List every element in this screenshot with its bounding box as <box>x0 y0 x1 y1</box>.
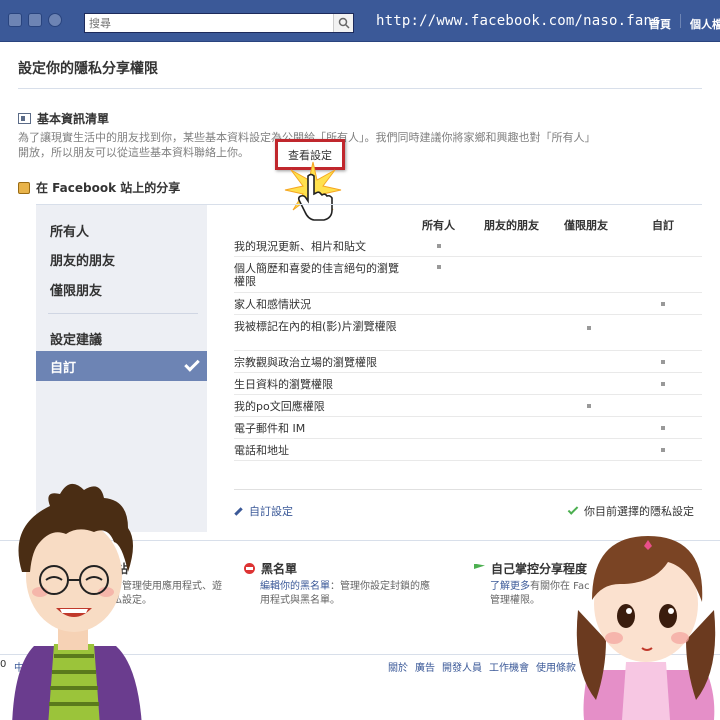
lock-icon <box>18 181 30 194</box>
blocklist-heading: 黑名單 <box>244 560 297 577</box>
pencil-icon <box>234 506 243 516</box>
sidebar-item-everyone[interactable]: 所有人 <box>50 221 89 240</box>
privacy-setting-marker <box>661 448 665 452</box>
sidebar-item-custom[interactable]: 自訂 <box>36 351 207 381</box>
privacy-row[interactable]: 我被標記在內的相(影)片瀏覽權限 <box>234 315 702 351</box>
panel-divider <box>234 489 702 490</box>
page-title: 設定你的隱私分享權限 <box>18 61 158 77</box>
search-input[interactable] <box>85 14 333 32</box>
cartoon-girl-illustration <box>576 536 716 720</box>
blocklist-title[interactable]: 黑名單 <box>261 560 297 577</box>
column-custom: 自訂 <box>652 219 674 232</box>
sidebar-divider <box>48 313 198 314</box>
friend-requests-icon[interactable] <box>8 13 22 27</box>
url-overlay: http://www.facebook.com/naso.fans <box>376 13 661 29</box>
notification-icons <box>8 13 62 27</box>
column-friends-of-friends: 朋友的朋友 <box>484 219 539 232</box>
privacy-setting-marker <box>661 426 665 430</box>
footer-link-about[interactable]: 關於 <box>388 659 408 674</box>
column-friends-only: 僅限朋友 <box>564 219 608 232</box>
footer-link-ads[interactable]: 廣告 <box>415 659 435 674</box>
privacy-row[interactable]: 宗教觀與政治立場的瀏覽權限 <box>234 351 702 373</box>
privacy-row-label: 個人簡歷和喜愛的佳言絕句的瀏覽權限 <box>234 262 399 288</box>
globe-icon[interactable] <box>48 13 62 27</box>
footer-link-developers[interactable]: 開發人員 <box>442 659 482 674</box>
sharing-title: 在 Facebook 站上的分享 <box>36 181 181 195</box>
search-button[interactable] <box>333 14 353 32</box>
privacy-row[interactable]: 家人和感情狀況 <box>234 293 702 315</box>
basic-info-title: 基本資訊清單 <box>37 112 110 126</box>
privacy-row-label: 我的po文回應權限 <box>234 400 325 413</box>
privacy-row[interactable]: 電話和地址 <box>234 439 702 461</box>
privacy-row[interactable]: 生日資料的瀏覽權限 <box>234 373 702 395</box>
sharing-heading: 在 Facebook 站上的分享 <box>18 179 180 196</box>
top-navigation-bar: http://www.facebook.com/naso.fans 首頁 個人檔… <box>0 0 720 42</box>
privacy-row[interactable]: 電子郵件和 IM <box>234 417 702 439</box>
footer-links: 關於 廣告 開發人員 工作機會 使用條款 <box>388 659 576 674</box>
blocklist-text-line2: 用程式與黑名單。 <box>260 595 340 606</box>
current-settings-label: 你目前選擇的隱私設定 <box>584 505 694 518</box>
privacy-setting-marker <box>661 360 665 364</box>
search-box <box>84 13 354 33</box>
sidebar-item-custom-label: 自訂 <box>50 360 77 376</box>
privacy-setting-marker <box>587 326 591 330</box>
privacy-row-label: 宗教觀與政治立場的瀏覽權限 <box>234 356 377 369</box>
checkmark-icon <box>567 504 579 515</box>
home-link[interactable]: 首頁 <box>649 16 671 32</box>
cartoon-boy-illustration <box>12 483 142 720</box>
privacy-setting-marker <box>437 265 441 269</box>
privacy-setting-marker <box>661 302 665 306</box>
edit-blocklist-link[interactable]: 編輯你的黑名單 <box>260 581 330 592</box>
privacy-row-label: 我的現況更新、相片和貼文 <box>234 240 366 253</box>
custom-settings-label: 自訂設定 <box>249 505 293 518</box>
nav-divider <box>680 14 681 28</box>
privacy-setting-marker <box>437 244 441 248</box>
learn-more-link[interactable]: 了解更多 <box>490 581 530 592</box>
basic-info-heading: 基本資訊清單 <box>18 110 109 127</box>
privacy-row[interactable]: 我的po文回應權限 <box>234 395 702 417</box>
blocklist-description: 編輯你的黑名單：管理你設定封鎖的應 用程式與黑名單。 <box>260 580 430 608</box>
privacy-row-label: 我被標記在內的相(影)片瀏覽權限 <box>234 320 397 333</box>
flag-icon <box>474 563 485 569</box>
privacy-row[interactable]: 個人簡歷和喜愛的佳言絕句的瀏覽權限 <box>234 257 702 293</box>
column-everyone: 所有人 <box>422 219 455 232</box>
profile-link[interactable]: 個人檔案 <box>690 16 720 32</box>
privacy-setting-marker <box>661 382 665 386</box>
messages-icon[interactable] <box>28 13 42 27</box>
privacy-row-label: 家人和感情狀況 <box>234 298 311 311</box>
privacy-row-label: 電子郵件和 IM <box>234 422 306 435</box>
title-divider <box>18 88 702 89</box>
privacy-row-label: 生日資料的瀏覽權限 <box>234 378 333 391</box>
sidebar-item-recommended[interactable]: 設定建議 <box>50 329 102 348</box>
current-settings-note: 你目前選擇的隱私設定 <box>567 503 694 519</box>
search-icon <box>338 17 350 29</box>
id-card-icon <box>18 113 31 124</box>
sidebar-item-friends-only[interactable]: 僅限朋友 <box>50 280 102 299</box>
block-icon <box>244 563 255 574</box>
privacy-row[interactable]: 我的現況更新、相片和貼文 <box>234 235 702 257</box>
sidebar-item-friends-of-friends[interactable]: 朋友的朋友 <box>50 250 115 269</box>
privacy-setting-marker <box>587 404 591 408</box>
custom-settings-link[interactable]: 自訂設定 <box>234 503 293 519</box>
blocklist-text-line1: ：管理你設定封鎖的應 <box>330 581 430 592</box>
checkmark-icon <box>184 356 200 372</box>
footer-link-careers[interactable]: 工作機會 <box>489 659 529 674</box>
privacy-row-label: 電話和地址 <box>234 444 289 457</box>
